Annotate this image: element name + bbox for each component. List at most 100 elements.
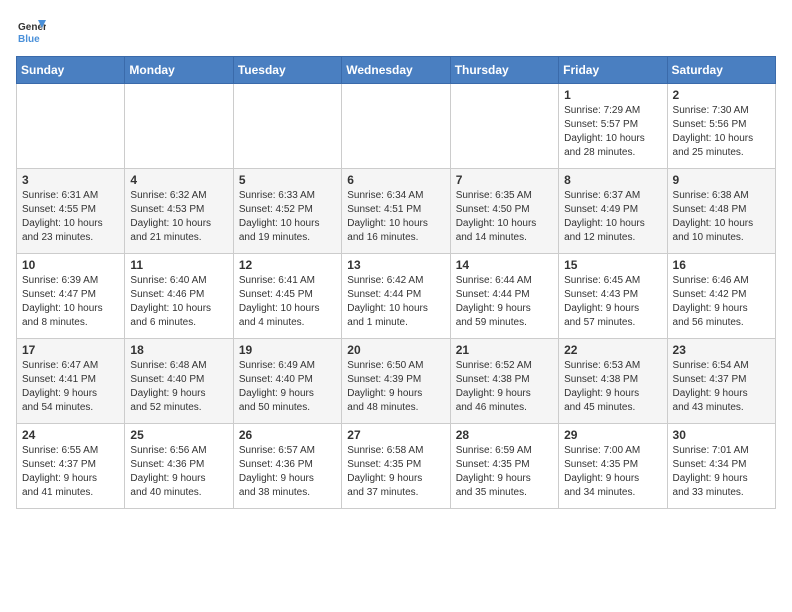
day-number: 14 [456,258,553,272]
day-number: 18 [130,343,227,357]
day-info: Sunrise: 6:42 AM Sunset: 4:44 PM Dayligh… [347,274,444,330]
day-number: 30 [673,428,770,442]
calendar-cell: 8 Sunrise: 6:37 AM Sunset: 4:49 PM Daylig… [559,169,667,254]
day-info: Sunrise: 6:37 AM Sunset: 4:49 PM Dayligh… [564,189,661,245]
weekday-header-monday: Monday [125,57,233,84]
calendar-cell: 12 Sunrise: 6:41 AM Sunset: 4:45 PM Dayli… [233,254,341,339]
calendar-cell: 11Sunrise: 6:40 AM Sunset: 4:46 PM Dayli… [125,254,233,339]
calendar-cell [342,84,450,169]
weekday-header-thursday: Thursday [450,57,558,84]
day-number: 3 [22,173,119,187]
day-info: Sunrise: 7:29 AM Sunset: 5:57 PM Dayligh… [564,104,661,160]
calendar-cell [17,84,125,169]
day-info: Sunrise: 6:50 AM Sunset: 4:39 PM Dayligh… [347,359,444,415]
day-info: Sunrise: 6:58 AM Sunset: 4:35 PM Dayligh… [347,444,444,500]
day-info: Sunrise: 7:30 AM Sunset: 5:56 PM Dayligh… [673,104,770,160]
day-number: 23 [673,343,770,357]
day-info: Sunrise: 6:39 AM Sunset: 4:47 PM Dayligh… [22,274,119,330]
day-number: 19 [239,343,336,357]
calendar-cell: 6Sunrise: 6:34 AM Sunset: 4:51 PM Daylig… [342,169,450,254]
calendar-cell: 26 Sunrise: 6:57 AM Sunset: 4:36 PM Dayli… [233,424,341,509]
logo: General Blue [16,16,46,46]
day-info: Sunrise: 6:52 AM Sunset: 4:38 PM Dayligh… [456,359,553,415]
day-info: Sunrise: 6:41 AM Sunset: 4:45 PM Dayligh… [239,274,336,330]
day-number: 28 [456,428,553,442]
calendar-cell: 29 Sunrise: 7:00 AM Sunset: 4:35 PM Dayli… [559,424,667,509]
calendar-cell: 15 Sunrise: 6:45 AM Sunset: 4:43 PM Dayli… [559,254,667,339]
calendar-cell [233,84,341,169]
day-number: 29 [564,428,661,442]
day-info: Sunrise: 6:48 AM Sunset: 4:40 PM Dayligh… [130,359,227,415]
calendar-cell: 27 Sunrise: 6:58 AM Sunset: 4:35 PM Dayli… [342,424,450,509]
header: General Blue [16,16,776,46]
calendar-cell: 5 Sunrise: 6:33 AM Sunset: 4:52 PM Daylig… [233,169,341,254]
day-number: 8 [564,173,661,187]
day-number: 20 [347,343,444,357]
day-info: Sunrise: 6:56 AM Sunset: 4:36 PM Dayligh… [130,444,227,500]
calendar-cell [450,84,558,169]
day-info: Sunrise: 7:01 AM Sunset: 4:34 PM Dayligh… [673,444,770,500]
calendar-cell: 2 Sunrise: 7:30 AM Sunset: 5:56 PM Daylig… [667,84,775,169]
day-number: 9 [673,173,770,187]
day-number: 24 [22,428,119,442]
day-info: Sunrise: 6:40 AM Sunset: 4:46 PM Dayligh… [130,274,227,330]
svg-text:Blue: Blue [18,34,40,45]
day-number: 16 [673,258,770,272]
day-info: Sunrise: 6:44 AM Sunset: 4:44 PM Dayligh… [456,274,553,330]
day-info: Sunrise: 6:55 AM Sunset: 4:37 PM Dayligh… [22,444,119,500]
weekday-header-wednesday: Wednesday [342,57,450,84]
calendar-cell: 21 Sunrise: 6:52 AM Sunset: 4:38 PM Dayli… [450,339,558,424]
day-info: Sunrise: 6:59 AM Sunset: 4:35 PM Dayligh… [456,444,553,500]
calendar-cell: 30 Sunrise: 7:01 AM Sunset: 4:34 PM Dayli… [667,424,775,509]
day-info: Sunrise: 6:32 AM Sunset: 4:53 PM Dayligh… [130,189,227,245]
day-info: Sunrise: 6:34 AM Sunset: 4:51 PM Dayligh… [347,189,444,245]
day-number: 4 [130,173,227,187]
calendar-cell [125,84,233,169]
calendar-cell: 23 Sunrise: 6:54 AM Sunset: 4:37 PM Dayli… [667,339,775,424]
day-number: 25 [130,428,227,442]
day-number: 2 [673,88,770,102]
day-number: 7 [456,173,553,187]
day-number: 22 [564,343,661,357]
day-info: Sunrise: 6:33 AM Sunset: 4:52 PM Dayligh… [239,189,336,245]
calendar-cell: 14 Sunrise: 6:44 AM Sunset: 4:44 PM Dayli… [450,254,558,339]
day-info: Sunrise: 6:46 AM Sunset: 4:42 PM Dayligh… [673,274,770,330]
calendar-cell: 9Sunrise: 6:38 AM Sunset: 4:48 PM Daylig… [667,169,775,254]
day-number: 26 [239,428,336,442]
calendar-cell: 17Sunrise: 6:47 AM Sunset: 4:41 PM Dayli… [17,339,125,424]
calendar-cell: 20 Sunrise: 6:50 AM Sunset: 4:39 PM Dayli… [342,339,450,424]
calendar-cell: 22 Sunrise: 6:53 AM Sunset: 4:38 PM Dayli… [559,339,667,424]
calendar-cell: 19 Sunrise: 6:49 AM Sunset: 4:40 PM Dayli… [233,339,341,424]
day-info: Sunrise: 7:00 AM Sunset: 4:35 PM Dayligh… [564,444,661,500]
day-info: Sunrise: 6:54 AM Sunset: 4:37 PM Dayligh… [673,359,770,415]
day-info: Sunrise: 6:49 AM Sunset: 4:40 PM Dayligh… [239,359,336,415]
calendar-cell: 18 Sunrise: 6:48 AM Sunset: 4:40 PM Dayli… [125,339,233,424]
day-info: Sunrise: 6:53 AM Sunset: 4:38 PM Dayligh… [564,359,661,415]
day-info: Sunrise: 6:35 AM Sunset: 4:50 PM Dayligh… [456,189,553,245]
day-number: 15 [564,258,661,272]
calendar-table: SundayMondayTuesdayWednesdayThursdayFrid… [16,56,776,509]
calendar-cell: 25 Sunrise: 6:56 AM Sunset: 4:36 PM Dayli… [125,424,233,509]
calendar-cell: 24 Sunrise: 6:55 AM Sunset: 4:37 PM Dayli… [17,424,125,509]
weekday-header-tuesday: Tuesday [233,57,341,84]
day-number: 5 [239,173,336,187]
calendar-cell: 28 Sunrise: 6:59 AM Sunset: 4:35 PM Dayli… [450,424,558,509]
weekday-header-saturday: Saturday [667,57,775,84]
day-info: Sunrise: 6:57 AM Sunset: 4:36 PM Dayligh… [239,444,336,500]
calendar-cell: 3Sunrise: 6:31 AM Sunset: 4:55 PM Daylig… [17,169,125,254]
day-number: 12 [239,258,336,272]
day-number: 13 [347,258,444,272]
calendar-cell: 16 Sunrise: 6:46 AM Sunset: 4:42 PM Dayli… [667,254,775,339]
weekday-header-sunday: Sunday [17,57,125,84]
day-number: 1 [564,88,661,102]
day-info: Sunrise: 6:47 AM Sunset: 4:41 PM Dayligh… [22,359,119,415]
calendar-cell: 1 Sunrise: 7:29 AM Sunset: 5:57 PM Daylig… [559,84,667,169]
calendar-cell: 10Sunrise: 6:39 AM Sunset: 4:47 PM Dayli… [17,254,125,339]
calendar-cell: 7 Sunrise: 6:35 AM Sunset: 4:50 PM Daylig… [450,169,558,254]
day-number: 21 [456,343,553,357]
day-info: Sunrise: 6:45 AM Sunset: 4:43 PM Dayligh… [564,274,661,330]
day-number: 27 [347,428,444,442]
calendar-cell: 13 Sunrise: 6:42 AM Sunset: 4:44 PM Dayli… [342,254,450,339]
logo-icon: General Blue [16,16,46,46]
weekday-header-friday: Friday [559,57,667,84]
